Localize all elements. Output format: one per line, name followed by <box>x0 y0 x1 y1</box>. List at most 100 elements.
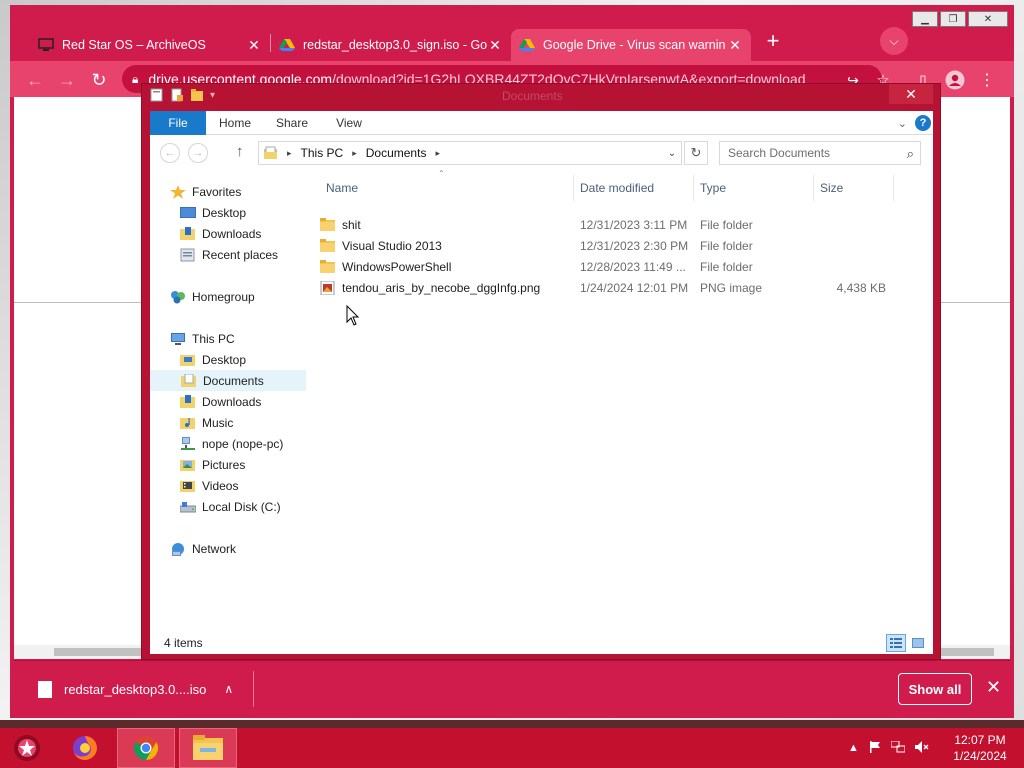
profile-avatar-icon[interactable] <box>944 69 966 91</box>
downloads-folder-icon <box>180 394 195 408</box>
taskbar-file-explorer[interactable] <box>179 728 237 768</box>
nav-pc-local-disk[interactable]: Local Disk (C:) <box>150 496 306 517</box>
taskbar-chrome[interactable] <box>117 728 175 768</box>
nav-homegroup[interactable]: Homegroup <box>150 286 306 307</box>
browser-tab-3[interactable]: Google Drive - Virus scan warnin ✕ <box>511 29 751 61</box>
nav-favorites-desktop[interactable]: Desktop <box>150 202 306 223</box>
refresh-icon[interactable]: ↻ <box>684 141 708 165</box>
file-date: 12/31/2023 2:30 PM <box>580 238 689 253</box>
close-explorer-button[interactable]: ✕ <box>889 84 933 104</box>
nav-label: Pictures <box>202 457 246 472</box>
show-hidden-icons-icon[interactable]: ▲ <box>848 742 859 754</box>
search-input[interactable]: Search Documents ⌕ <box>719 141 921 165</box>
close-download-bar-icon[interactable]: ✕ <box>986 677 1001 698</box>
desktop-folder-icon <box>180 354 195 366</box>
nav-label: Desktop <box>202 352 247 367</box>
png-image-icon <box>320 280 335 295</box>
new-folder-icon[interactable] <box>190 88 204 102</box>
properties-icon[interactable] <box>150 88 164 102</box>
ribbon-tab-share[interactable]: Share <box>268 111 316 135</box>
help-icon[interactable]: ? <box>915 115 931 131</box>
table-row[interactable]: shit 12/31/2023 3:11 PM File folder <box>320 214 920 235</box>
back-arrow-icon[interactable]: ← <box>160 143 180 163</box>
file-explorer-icon <box>193 735 223 760</box>
nav-pc-videos[interactable]: Videos <box>150 475 306 496</box>
breadcrumb-this-pc[interactable]: This PC <box>301 146 344 160</box>
details-view-icon[interactable] <box>886 634 906 652</box>
documents-folder-icon <box>264 146 277 159</box>
file-size <box>820 235 886 256</box>
taskbar-firefox[interactable] <box>56 728 114 768</box>
column-header-date[interactable]: Date modified <box>574 175 694 201</box>
chevron-up-icon[interactable]: ∧ <box>224 682 233 696</box>
up-arrow-icon[interactable]: ↑ <box>236 143 244 160</box>
menu-kebab-icon[interactable]: ⋮ <box>976 69 998 91</box>
browser-tab-1[interactable]: Red Star OS – ArchiveOS ✕ <box>30 29 270 61</box>
ribbon-tab-view[interactable]: View <box>326 111 372 135</box>
sort-ascending-icon: ⌃ <box>438 169 445 178</box>
column-header-name[interactable]: Name ⌃ <box>320 169 574 201</box>
nav-pc-music[interactable]: Music <box>150 412 306 433</box>
file-list-pane: Name ⌃ Date modified Type Size shit 12/3… <box>320 169 932 625</box>
quick-access-toolbar: ▾ <box>150 88 215 102</box>
nav-pc-pictures[interactable]: Pictures <box>150 454 306 475</box>
nav-label: Local Disk (C:) <box>202 499 281 514</box>
network-tray-icon[interactable] <box>890 740 906 756</box>
breadcrumb-chevron-icon[interactable]: ▸ <box>435 148 440 159</box>
tab-close-icon[interactable]: ✕ <box>727 37 743 54</box>
ribbon-tab-file[interactable]: File <box>150 111 206 135</box>
nav-pc-documents[interactable]: Documents <box>150 370 306 391</box>
breadcrumb-documents[interactable]: Documents <box>366 146 427 160</box>
ribbon-tab-home[interactable]: Home <box>212 111 258 135</box>
close-window-button[interactable]: ✕ <box>968 11 1008 27</box>
homegroup-icon <box>171 290 185 303</box>
search-placeholder: Search Documents <box>728 146 831 160</box>
desktop-icon <box>180 206 196 218</box>
table-row[interactable]: WindowsPowerShell 12/28/2023 11:49 ... F… <box>320 256 920 277</box>
expand-ribbon-icon[interactable]: ⌄ <box>898 117 907 130</box>
breadcrumb-chevron-icon[interactable]: ▸ <box>287 148 292 159</box>
large-icons-view-icon[interactable] <box>908 634 928 652</box>
tab-search-button[interactable]: ⌵ <box>880 27 908 55</box>
maximize-button[interactable]: ❐ <box>940 11 966 27</box>
explorer-address-bar[interactable]: ▸ This PC ▸ Documents ▸ ⌄ <box>258 141 682 165</box>
start-button[interactable] <box>0 728 54 768</box>
nav-pc-desktop[interactable]: Desktop <box>150 349 306 370</box>
nav-favorites-recent[interactable]: Recent places <box>150 244 306 265</box>
column-header-size[interactable]: Size <box>814 175 894 201</box>
reload-icon[interactable]: ↻ <box>88 69 110 91</box>
forward-icon[interactable]: → <box>56 69 78 91</box>
new-tab-button[interactable]: + <box>760 28 786 54</box>
new-document-icon[interactable] <box>170 88 184 102</box>
show-all-button[interactable]: Show all <box>898 673 972 705</box>
minimize-button[interactable]: ▁ <box>912 11 938 27</box>
star-icon <box>170 184 186 199</box>
download-filename: redstar_desktop3.0....iso <box>64 681 207 697</box>
table-row[interactable]: tendou_aris_by_necobe_dggInfg.png 1/24/2… <box>320 277 920 298</box>
address-dropdown-icon[interactable]: ⌄ <box>663 142 681 164</box>
volume-muted-icon[interactable] <box>914 740 929 756</box>
back-icon[interactable]: ← <box>24 69 46 91</box>
nav-network[interactable]: Network <box>150 538 306 559</box>
column-header-type[interactable]: Type <box>694 175 814 201</box>
forward-arrow-icon[interactable]: → <box>188 143 208 163</box>
action-center-flag-icon[interactable] <box>869 740 881 756</box>
nav-this-pc[interactable]: This PC <box>150 328 306 349</box>
tab-title: redstar_desktop3.0_sign.iso - Goo <box>303 38 487 52</box>
tab-close-icon[interactable]: ✕ <box>487 37 503 54</box>
recent-places-icon <box>180 248 195 261</box>
qat-dropdown-icon[interactable]: ▾ <box>210 90 215 101</box>
breadcrumb-chevron-icon[interactable]: ▸ <box>352 148 357 159</box>
nav-pc-network-drive[interactable]: nope (nope-pc) <box>150 433 306 454</box>
download-item[interactable]: redstar_desktop3.0....iso ∧ <box>24 671 254 707</box>
nav-pc-downloads[interactable]: Downloads <box>150 391 306 412</box>
table-row[interactable]: Visual Studio 2013 12/31/2023 2:30 PM Fi… <box>320 235 920 256</box>
nav-favorites[interactable]: Favorites <box>150 181 306 202</box>
tab-close-icon[interactable]: ✕ <box>246 37 262 54</box>
browser-tab-2[interactable]: redstar_desktop3.0_sign.iso - Goo ✕ <box>271 29 511 61</box>
taskbar-clock[interactable]: 12:07 PM 1/24/2024 <box>940 732 1020 764</box>
nav-label: Music <box>202 415 234 430</box>
nav-favorites-downloads[interactable]: Downloads <box>150 223 306 244</box>
nav-label: Videos <box>202 478 239 493</box>
nav-label: Network <box>192 541 237 556</box>
